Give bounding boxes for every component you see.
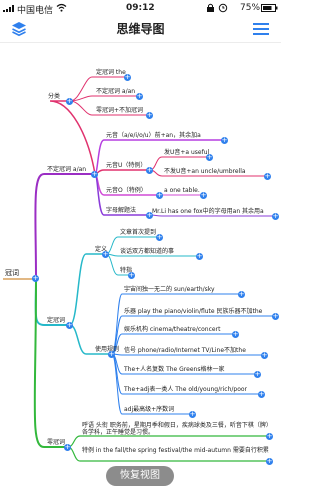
expand-node-icon[interactable]: + [102, 251, 109, 258]
node-yuanyin-o[interactable]: 元音O（特例） [106, 187, 147, 194]
expand-node-icon[interactable]: + [261, 352, 268, 359]
expand-node-icon[interactable]: + [266, 433, 273, 440]
expand-node-icon[interactable]: + [66, 322, 73, 329]
node-item[interactable]: 文章首次提到 [120, 229, 156, 236]
lock-icon [207, 3, 214, 12]
node-guize[interactable]: 使用规则 [95, 346, 119, 353]
expand-node-icon[interactable]: + [124, 74, 131, 81]
nav-bar: 思维导图 [0, 16, 281, 43]
node-zimu[interactable]: 字母解题法 [106, 207, 136, 214]
battery-percent: 75% [240, 3, 261, 13]
expand-node-icon[interactable]: + [272, 313, 279, 320]
node-item[interactable]: The+人名复数 The Greens格林一家 [124, 366, 224, 373]
alarm-icon [218, 3, 228, 13]
restore-view-button[interactable]: 恢复视图 [106, 466, 174, 486]
node-item[interactable]: 不发U音+an uncle/umbrella [164, 168, 246, 175]
expand-node-icon[interactable]: + [64, 444, 71, 451]
node-fenlei[interactable]: 分类 [48, 93, 60, 100]
expand-node-icon[interactable]: + [258, 391, 265, 398]
expand-node-icon[interactable]: + [136, 93, 143, 100]
carrier-label: 中国电信 [17, 6, 54, 16]
wifi-icon [56, 3, 67, 12]
node-item[interactable]: Mr.Li has one fox中的字母用an 其余用a [152, 208, 264, 215]
battery-icon [261, 4, 278, 12]
mindmap-canvas[interactable]: 冠词 + 分类 + 定冠词 the + 不定冠词 a/an + 零冠词+不加冠词… [0, 44, 281, 500]
page-title: 思维导图 [116, 22, 165, 36]
expand-node-icon[interactable]: + [146, 112, 153, 119]
expand-node-icon[interactable]: + [128, 272, 135, 279]
node-item[interactable]: 娱乐机构 cinema/theatre/concert [124, 326, 220, 333]
node-item[interactable]: 不定冠词 a/an [96, 88, 135, 95]
node-root[interactable]: 冠词 [5, 270, 19, 277]
expand-node-icon[interactable]: + [156, 234, 163, 241]
clock: 09:12 [126, 3, 155, 13]
node-definite[interactable]: 定冠词 [47, 317, 65, 324]
node-item[interactable]: 特例 in the fall/the spring festival/the m… [82, 447, 270, 454]
expand-node-icon[interactable]: + [66, 98, 73, 105]
expand-node-icon[interactable]: + [108, 351, 115, 358]
node-item[interactable]: The+adj表一类人 The old/young/rich/poor [124, 386, 247, 393]
expand-node-icon[interactable]: + [206, 154, 213, 161]
expand-node-icon[interactable]: + [272, 213, 279, 220]
node-item[interactable]: 乐器 play the piano/violin/flute 民族乐器不加the [124, 308, 262, 315]
expand-node-icon[interactable]: + [196, 253, 203, 260]
node-yuanyin-u[interactable]: 元音U（特例） [106, 162, 146, 169]
expand-node-icon[interactable]: + [232, 331, 239, 338]
expand-node-icon[interactable]: + [221, 137, 228, 144]
node-item[interactable]: 宇宙间独一无二的 sun/earth/sky [124, 286, 215, 293]
expand-node-icon[interactable]: + [156, 192, 163, 199]
node-item[interactable]: 谈话双方都知道的事 [120, 248, 174, 255]
expand-node-icon[interactable]: + [146, 167, 153, 174]
expand-node-icon[interactable]: + [200, 192, 207, 199]
status-bar: 中国电信 09:12 75% [0, 0, 281, 16]
expand-node-icon[interactable]: + [238, 291, 245, 298]
expand-node-icon[interactable]: + [264, 173, 271, 180]
node-item[interactable]: 发U音+a useful [164, 149, 209, 156]
expand-node-icon[interactable]: + [254, 371, 261, 378]
node-item[interactable]: 定冠词 the [96, 69, 126, 76]
signal-icon [3, 5, 15, 12]
node-item[interactable]: 零冠词+不加冠词 [96, 107, 143, 114]
menu-icon[interactable] [253, 22, 269, 36]
node-zero[interactable]: 零冠词 [47, 439, 65, 446]
node-indefinite[interactable]: 不定冠词 a/an [47, 166, 86, 173]
node-item[interactable]: 信号 phone/radio/Internet TV/Line不加the [124, 347, 246, 354]
node-item[interactable]: 呼语 头衔 职务前，星期月季和假日，疾病球类及三餐，听音下棋（牌）各学科，正午睡… [82, 422, 274, 436]
node-yuanyin[interactable]: 元音（a/e/i/o/u）前+an，其余加a [106, 132, 201, 139]
node-item[interactable]: adj最高级+序数词 [124, 406, 174, 413]
node-item[interactable]: a one table. [164, 187, 200, 194]
expand-node-icon[interactable]: + [266, 458, 273, 465]
expand-node-icon[interactable]: + [189, 411, 196, 418]
expand-node-icon[interactable]: + [32, 275, 39, 282]
expand-node-icon[interactable]: + [91, 171, 98, 178]
